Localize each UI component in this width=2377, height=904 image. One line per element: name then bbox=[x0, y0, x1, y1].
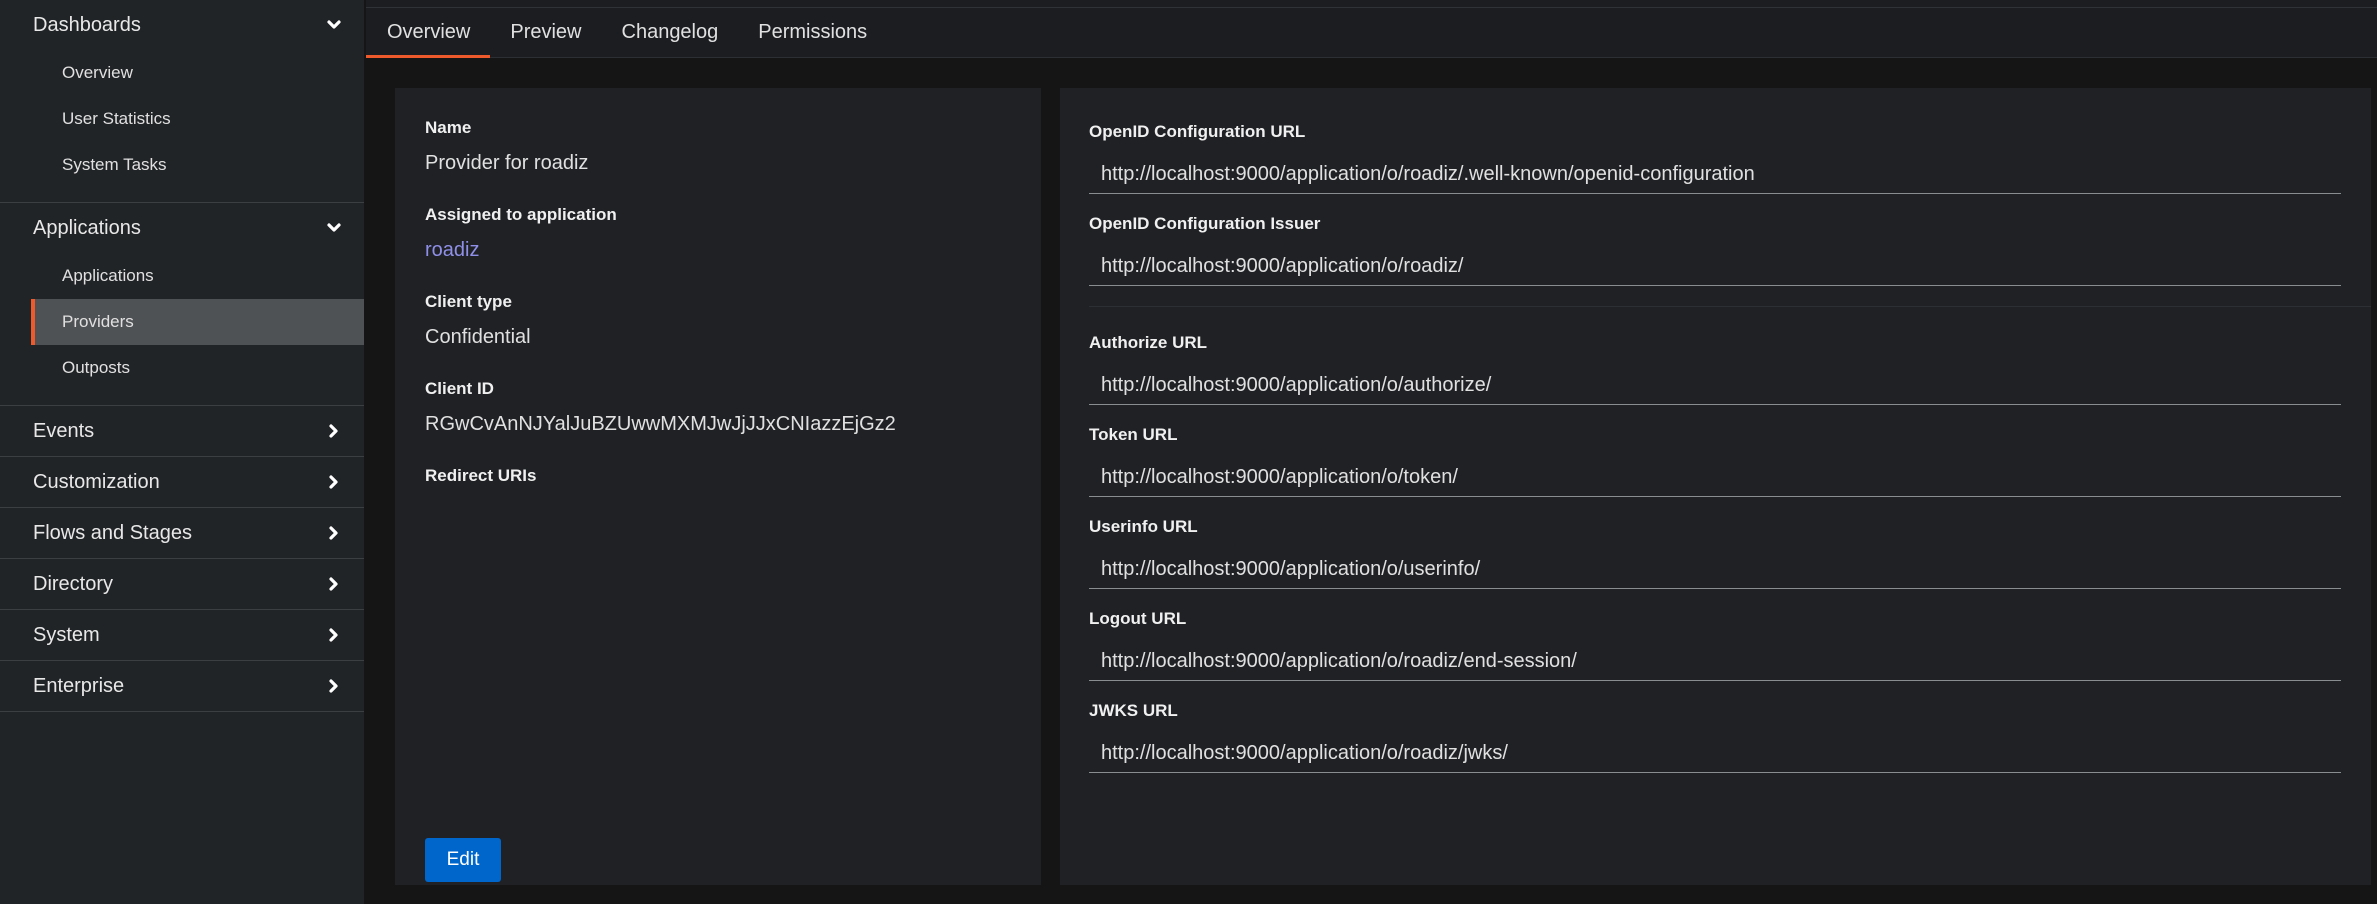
nav-group-events: Events bbox=[0, 406, 364, 457]
tab-overview[interactable]: Overview bbox=[366, 8, 491, 58]
chevron-right-icon bbox=[322, 623, 346, 647]
nav-section-system[interactable]: System bbox=[0, 610, 364, 660]
provider-details-card: Name Provider for roadiz Assigned to app… bbox=[395, 88, 1041, 885]
tab-changelog[interactable]: Changelog bbox=[602, 8, 739, 57]
nav-section-applications[interactable]: Applications bbox=[0, 203, 364, 253]
sidebar-item-user-statistics[interactable]: User Statistics bbox=[31, 96, 364, 142]
userinfo-url-input[interactable]: http://localhost:9000/application/o/user… bbox=[1089, 551, 2341, 589]
nav-section-label: Dashboards bbox=[33, 13, 141, 36]
sidebar-item-applications[interactable]: Applications bbox=[31, 253, 364, 299]
logout-url-input[interactable]: http://localhost:9000/application/o/road… bbox=[1089, 643, 2341, 681]
nav-section-label: System bbox=[33, 623, 100, 646]
tab-permissions[interactable]: Permissions bbox=[738, 8, 887, 57]
chevron-down-icon bbox=[322, 13, 346, 37]
provider-urls-card: OpenID Configuration URL http://localhos… bbox=[1060, 88, 2371, 885]
sidebar-item-providers[interactable]: Providers bbox=[31, 299, 364, 345]
nav-section-directory[interactable]: Directory bbox=[0, 559, 364, 609]
chevron-right-icon bbox=[322, 521, 346, 545]
sidebar-item-overview[interactable]: Overview bbox=[31, 50, 364, 96]
sidebar-item-label: Applications bbox=[62, 266, 154, 285]
divider bbox=[1089, 306, 2371, 307]
top-strip bbox=[366, 0, 2377, 8]
name-value: Provider for roadiz bbox=[425, 152, 589, 174]
nav-group-system: System bbox=[0, 610, 364, 661]
nav-group-enterprise: Enterprise bbox=[0, 661, 364, 712]
main-content: Name Provider for roadiz Assigned to app… bbox=[366, 59, 2377, 904]
openid-config-url-field: OpenID Configuration URL http://localhos… bbox=[1089, 122, 2341, 194]
redirect-uris-field: Redirect URIs bbox=[425, 466, 1011, 486]
assigned-application-link[interactable]: roadiz bbox=[425, 239, 1011, 262]
tab-bar: Overview Preview Changelog Permissions bbox=[366, 8, 2377, 58]
nav-section-dashboards[interactable]: Dashboards bbox=[0, 0, 364, 50]
redirect-uris-label: Redirect URIs bbox=[425, 466, 537, 485]
client-type-field: Client type Confidential bbox=[425, 292, 1011, 349]
userinfo-url-label: Userinfo URL bbox=[1089, 517, 1198, 536]
nav-section-label: Flows and Stages bbox=[33, 521, 192, 544]
chevron-right-icon bbox=[322, 674, 346, 698]
jwks-url-input[interactable]: http://localhost:9000/application/o/road… bbox=[1089, 735, 2341, 773]
openid-config-issuer-label: OpenID Configuration Issuer bbox=[1089, 214, 1321, 233]
edit-button[interactable]: Edit bbox=[425, 838, 501, 882]
sidebar-item-label: System Tasks bbox=[62, 155, 167, 174]
authorize-url-field: Authorize URL http://localhost:9000/appl… bbox=[1089, 333, 2341, 405]
token-url-label: Token URL bbox=[1089, 425, 1178, 444]
sidebar-item-label: User Statistics bbox=[62, 109, 171, 128]
jwks-url-field: JWKS URL http://localhost:9000/applicati… bbox=[1089, 701, 2341, 773]
logout-url-label: Logout URL bbox=[1089, 609, 1187, 628]
nav-section-enterprise[interactable]: Enterprise bbox=[0, 661, 364, 711]
sidebar: Dashboards Overview User Statistics Syst… bbox=[0, 0, 365, 904]
chevron-right-icon bbox=[322, 470, 346, 494]
nav-section-events[interactable]: Events bbox=[0, 406, 364, 456]
sidebar-item-system-tasks[interactable]: System Tasks bbox=[31, 142, 364, 188]
openid-config-issuer-input[interactable]: http://localhost:9000/application/o/road… bbox=[1089, 248, 2341, 286]
name-label: Name bbox=[425, 118, 472, 137]
assigned-application-label: Assigned to application bbox=[425, 205, 617, 224]
nav-section-label: Enterprise bbox=[33, 674, 125, 697]
nav-group-directory: Directory bbox=[0, 559, 364, 610]
chevron-right-icon bbox=[322, 419, 346, 443]
openid-config-url-label: OpenID Configuration URL bbox=[1089, 122, 1306, 141]
nav-sub-dashboards: Overview User Statistics System Tasks bbox=[0, 50, 364, 202]
authorize-url-label: Authorize URL bbox=[1089, 333, 1208, 352]
assigned-application-field: Assigned to application roadiz bbox=[425, 205, 1011, 262]
nav-section-label: Events bbox=[33, 419, 95, 442]
chevron-down-icon bbox=[322, 216, 346, 240]
userinfo-url-field: Userinfo URL http://localhost:9000/appli… bbox=[1089, 517, 2341, 589]
nav-section-customization[interactable]: Customization bbox=[0, 457, 364, 507]
nav-section-flows-and-stages[interactable]: Flows and Stages bbox=[0, 508, 364, 558]
openid-config-url-input[interactable]: http://localhost:9000/application/o/road… bbox=[1089, 156, 2341, 194]
tab-preview[interactable]: Preview bbox=[490, 8, 601, 57]
openid-config-issuer-field: OpenID Configuration Issuer http://local… bbox=[1089, 214, 2341, 286]
client-type-value: Confidential bbox=[425, 326, 531, 348]
client-id-label: Client ID bbox=[425, 379, 494, 398]
nav-section-label: Directory bbox=[33, 572, 114, 595]
chevron-right-icon bbox=[322, 572, 346, 596]
logout-url-field: Logout URL http://localhost:9000/applica… bbox=[1089, 609, 2341, 681]
nav-sub-applications: Applications Providers Outposts bbox=[0, 253, 364, 405]
sidebar-item-label: Overview bbox=[62, 63, 133, 82]
nav-section-label: Applications bbox=[33, 216, 141, 239]
authorize-url-input[interactable]: http://localhost:9000/application/o/auth… bbox=[1089, 367, 2341, 405]
nav-group-flows-and-stages: Flows and Stages bbox=[0, 508, 364, 559]
sidebar-item-outposts[interactable]: Outposts bbox=[31, 345, 364, 391]
sidebar-item-label: Providers bbox=[62, 312, 134, 331]
nav-group-customization: Customization bbox=[0, 457, 364, 508]
nav-section-label: Customization bbox=[33, 470, 160, 493]
name-field: Name Provider for roadiz bbox=[425, 118, 1011, 175]
jwks-url-label: JWKS URL bbox=[1089, 701, 1178, 720]
sidebar-item-label: Outposts bbox=[62, 358, 131, 377]
client-id-field: Client ID RGwCvAnNJYalJuBZUwwMXMJwJjJJxC… bbox=[425, 379, 1011, 436]
client-type-label: Client type bbox=[425, 292, 512, 311]
token-url-field: Token URL http://localhost:9000/applicat… bbox=[1089, 425, 2341, 497]
app-window: Dashboards Overview User Statistics Syst… bbox=[0, 0, 2377, 904]
token-url-input[interactable]: http://localhost:9000/application/o/toke… bbox=[1089, 459, 2341, 497]
nav-group-dashboards: Dashboards Overview User Statistics Syst… bbox=[0, 0, 364, 203]
nav-group-applications: Applications Applications Providers Outp… bbox=[0, 203, 364, 406]
client-id-value: RGwCvAnNJYalJuBZUwwMXMJwJjJJxCNIazzEjGz2 bbox=[425, 413, 896, 435]
